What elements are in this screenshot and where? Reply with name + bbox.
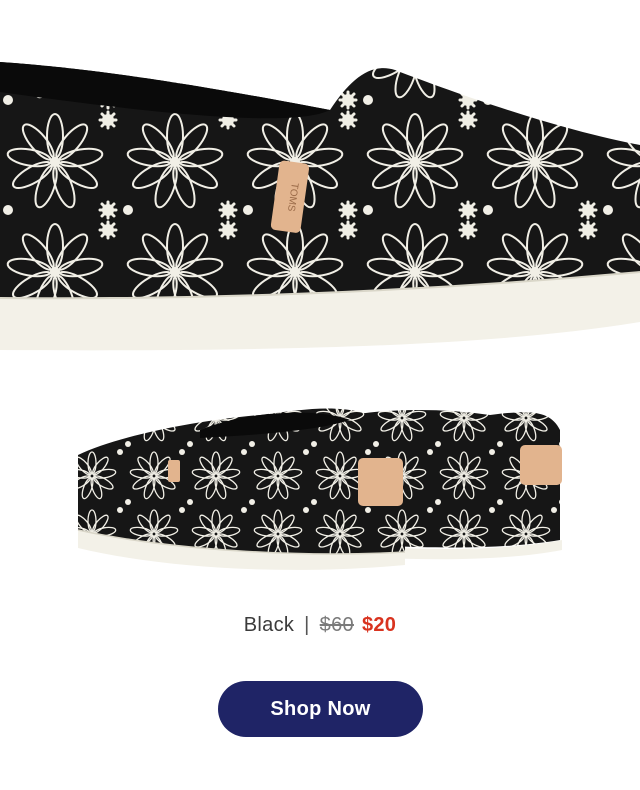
- original-price: $60: [319, 613, 354, 636]
- sale-price: $20: [361, 613, 397, 636]
- shop-now-button[interactable]: Shop Now: [218, 681, 423, 737]
- hero-product-image: TOMS: [0, 0, 640, 390]
- shoe-closeup-illustration: TOMS: [0, 0, 640, 390]
- side-tag: [168, 460, 180, 482]
- shoe-pair-illustration: [77, 408, 562, 570]
- heel-tag-front: [358, 458, 403, 506]
- heel-tag-back: [520, 445, 562, 485]
- secondary-product-image: [0, 390, 640, 590]
- color-name: Black: [243, 613, 295, 636]
- separator: |: [304, 613, 310, 636]
- product-info-row: Black | $60 $20: [0, 610, 640, 640]
